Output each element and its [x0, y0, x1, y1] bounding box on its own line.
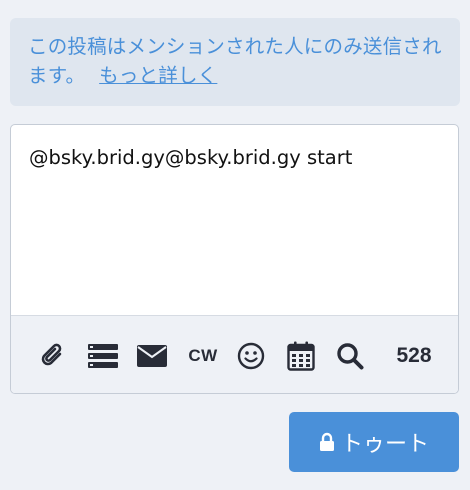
compose-textarea[interactable]: @bsky.brid.gy@bsky.brid.gy start	[11, 125, 458, 315]
visibility-button[interactable]	[133, 316, 171, 393]
emoji-button[interactable]	[233, 316, 269, 393]
compose-toolbar: CW 528	[11, 315, 458, 393]
smile-icon	[237, 342, 265, 370]
search-icon	[337, 343, 364, 370]
compose-box: @bsky.brid.gy@bsky.brid.gy start CW 528	[10, 124, 459, 394]
poll-button[interactable]	[83, 316, 123, 393]
toot-button-label: トゥート	[340, 432, 429, 457]
envelope-icon	[137, 345, 167, 367]
toot-button[interactable]: トゥート	[289, 412, 459, 472]
direct-message-notice: この投稿はメンションされた人にのみ送信されます。 もっと詳しく	[10, 18, 460, 106]
calendar-icon	[287, 341, 315, 371]
lock-icon	[319, 432, 334, 451]
notice-text: この投稿はメンションされた人にのみ送信されます。	[28, 35, 442, 87]
search-button[interactable]	[331, 316, 369, 393]
schedule-button[interactable]	[283, 316, 319, 393]
cw-label: CW	[188, 346, 218, 365]
paperclip-icon	[41, 343, 62, 366]
learn-more-link[interactable]: もっと詳しく	[99, 64, 217, 87]
character-counter: 528	[385, 316, 443, 393]
content-warning-button[interactable]: CW	[185, 316, 221, 393]
attach-media-button[interactable]	[35, 316, 71, 393]
character-count: 528	[396, 344, 432, 367]
poll-icon	[88, 344, 118, 368]
